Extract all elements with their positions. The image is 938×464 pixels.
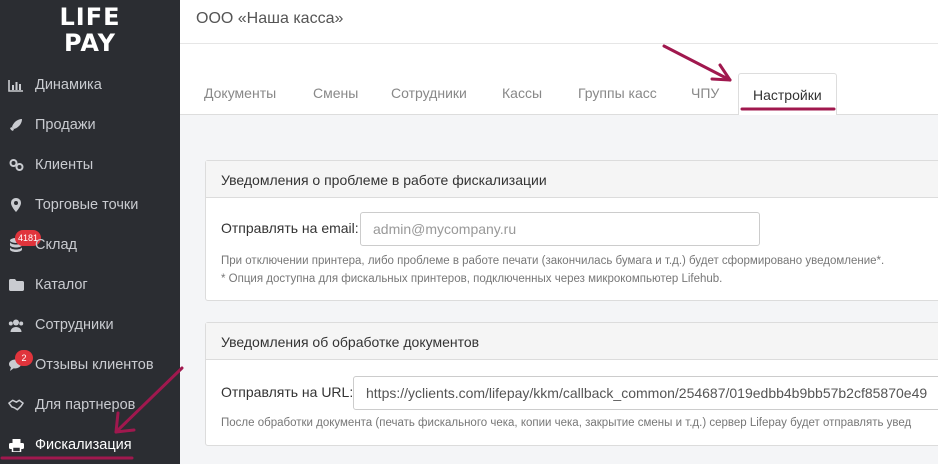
sidebar-item-label: Отзывы клиентов	[35, 357, 154, 373]
tab-bar: Документы Смены Сотрудники Кассы Группы …	[180, 44, 938, 116]
sidebar-item-fiscalization[interactable]: Фискализация	[0, 425, 180, 464]
sidebar-item-employees[interactable]: Сотрудники	[0, 305, 180, 345]
sidebar-item-catalog[interactable]: Каталог	[0, 265, 180, 305]
tab-employees[interactable]: Сотрудники	[391, 85, 467, 101]
sidebar-item-clients[interactable]: Клиенты	[0, 145, 180, 185]
sidebar-item-label: Клиенты	[35, 157, 94, 173]
handshake-icon	[8, 398, 24, 412]
doc-processing-panel: Уведомления об обработке документов Отпр…	[205, 322, 938, 446]
sidebar-item-label: Для партнеров	[35, 397, 136, 413]
sidebar-item-label: Фискализация	[35, 437, 132, 453]
fiscal-problem-panel: Уведомления о проблеме в работе фискализ…	[205, 160, 938, 301]
sidebar-item-reviews[interactable]: 2 Отзывы клиентов	[0, 345, 180, 385]
link-icon	[8, 158, 24, 172]
logo-line-2: PAY	[63, 29, 117, 57]
doc-help-text: После обработки документа (печать фискал…	[221, 417, 912, 429]
tab-shifts[interactable]: Смены	[313, 85, 358, 101]
callback-url-input[interactable]	[353, 376, 938, 410]
page-title: ООО «Наша касса»	[196, 10, 344, 27]
sidebar-item-warehouse[interactable]: 4181 Склад	[0, 225, 180, 265]
top-header: ООО «Наша касса»	[180, 0, 938, 44]
sidebar-item-label: Торговые точки	[35, 197, 139, 213]
fiscal-help-text: При отключении принтера, либо проблеме в…	[221, 255, 885, 267]
email-label: Отправлять на email:	[221, 220, 359, 236]
printer-icon	[8, 438, 24, 452]
reviews-count-badge: 2	[15, 350, 33, 366]
sidebar-item-label: Динамика	[35, 77, 102, 93]
panel-title: Уведомления о проблеме в работе фискализ…	[206, 161, 938, 198]
tab-register-groups[interactable]: Группы касс	[578, 85, 657, 101]
tab-cpu[interactable]: ЧПУ	[691, 85, 719, 101]
lifepay-logo[interactable]: LIFE PAY	[52, 4, 128, 56]
rocket-icon	[8, 118, 24, 132]
sidebar-nav: Динамика Продажи Клиенты Торговые точки	[0, 65, 180, 464]
tab-documents[interactable]: Документы	[204, 85, 276, 101]
fiscal-help-footnote: * Опция доступна для фискальных принтеро…	[221, 273, 723, 285]
users-icon	[8, 318, 24, 332]
sidebar-item-partners[interactable]: Для партнеров	[0, 385, 180, 425]
sidebar-item-stores[interactable]: Торговые точки	[0, 185, 180, 225]
map-marker-icon	[8, 198, 24, 212]
panel-title: Уведомления об обработке документов	[206, 323, 938, 360]
sidebar-item-sales[interactable]: Продажи	[0, 105, 180, 145]
sidebar-item-label: Склад	[35, 237, 77, 253]
notification-email-input[interactable]	[360, 212, 760, 246]
sidebar-item-dynamics[interactable]: Динамика	[0, 65, 180, 105]
settings-content: Уведомления о проблеме в работе фискализ…	[180, 115, 938, 464]
sidebar-item-label: Сотрудники	[35, 317, 114, 333]
tab-registers[interactable]: Кассы	[502, 85, 542, 101]
sidebar-item-label: Продажи	[35, 117, 96, 133]
bar-chart-icon	[8, 78, 24, 92]
folder-icon	[8, 278, 24, 292]
sidebar: LIFE PAY Динамика Продажи Клиенты Торгов…	[0, 0, 180, 464]
sidebar-item-label: Каталог	[35, 277, 88, 293]
tab-settings[interactable]: Настройки	[738, 73, 837, 116]
url-label: Отправлять на URL:	[221, 384, 354, 400]
logo-line-1: LIFE	[59, 3, 121, 31]
